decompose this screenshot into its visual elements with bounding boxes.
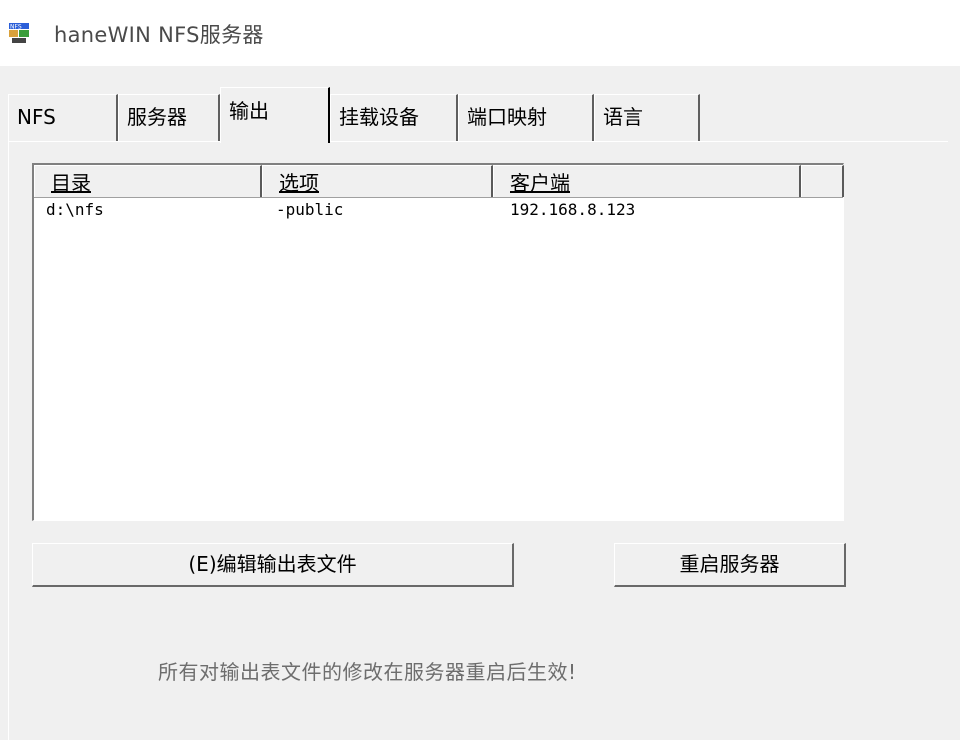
tab-label: 语言 [603,105,643,129]
notice-text: 所有对输出表文件的修改在服务器重启后生效! [158,660,577,684]
tab-label: 端口映射 [467,105,547,129]
title-bar: NFS haneWIN NFS服务器 [0,0,960,66]
tab-label: NFS [17,105,56,129]
tab-label: 服务器 [127,105,187,129]
tab-label: 输出 [229,99,269,123]
column-header-filler[interactable] [801,165,844,197]
exports-list[interactable]: 目录 选项 客户端 d:\nfs -public 192.168.8.123 [32,163,844,521]
cell-directory: d:\nfs [46,200,104,219]
tab-label: 挂载设备 [339,105,419,129]
column-header-clients[interactable]: 客户端 [493,165,801,197]
tab-nfs[interactable]: NFS [8,94,118,141]
tab-exports[interactable]: 输出 [220,87,330,143]
tab-portmap[interactable]: 端口映射 [458,94,594,141]
edit-exports-button[interactable]: (E)编辑输出表文件 [32,543,514,587]
tab-language[interactable]: 语言 [594,94,700,141]
column-header-options[interactable]: 选项 [262,165,493,197]
tab-mounts[interactable]: 挂载设备 [330,94,458,141]
list-item[interactable]: d:\nfs -public 192.168.8.123 [34,198,843,224]
window-title: haneWIN NFS服务器 [54,23,264,47]
cell-clients: 192.168.8.123 [510,200,636,219]
tab-server[interactable]: 服务器 [118,94,220,141]
nfs-app-icon: NFS [9,23,29,43]
list-header: 目录 选项 客户端 [34,165,844,198]
column-header-directory[interactable]: 目录 [34,165,262,197]
svg-text:NFS: NFS [10,24,22,31]
cell-options: -public [276,200,344,219]
restart-server-button[interactable]: 重启服务器 [614,543,846,587]
